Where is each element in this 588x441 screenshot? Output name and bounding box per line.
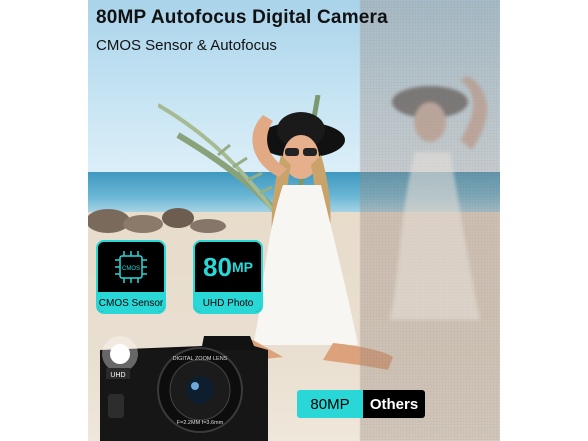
feature-card-top: CMOS [98, 242, 164, 292]
compare-ours: 80MP [297, 390, 363, 418]
feature-card-top: 80 MP [195, 242, 261, 292]
compare-others: Others [363, 390, 425, 418]
feature-card-cmos: CMOS CMOS Sensor [96, 240, 166, 314]
product-image: 80MP Autofocus Digital Camera CMOS Senso… [0, 0, 588, 441]
megapixel-unit: MP [231, 259, 253, 275]
headline: 80MP Autofocus Digital Camera [96, 7, 388, 28]
chip-text: CMOS [122, 266, 140, 272]
camera-product: UHD DIGITAL ZOOM LENS F=2.2MM f=3.6mm [100, 336, 268, 441]
feature-label: CMOS Sensor [98, 292, 164, 312]
megapixel-value: 80 [203, 252, 232, 282]
feature-label: UHD Photo [195, 292, 261, 312]
subline: CMOS Sensor & Autofocus [96, 37, 277, 54]
blurred-woman [390, 76, 488, 320]
camera-badge: UHD [110, 372, 125, 379]
feature-card-80mp: 80 MP UHD Photo [193, 240, 263, 314]
comparison-badge: 80MP Others [297, 390, 425, 418]
cmos-chip-icon: CMOS [115, 251, 147, 283]
lens-spec-text: F=2.2MM f=3.6mm [177, 420, 224, 426]
blurred-comparison-half [360, 0, 500, 441]
lens-ring-text: DIGITAL ZOOM LENS [173, 356, 228, 362]
